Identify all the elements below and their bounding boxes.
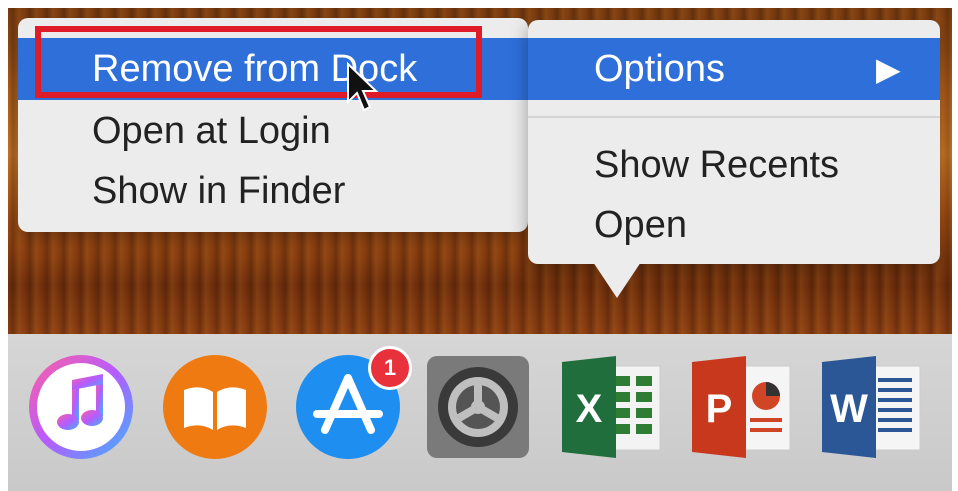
dock: 1 X P W <box>8 334 952 491</box>
menu-item-open[interactable]: Open <box>528 194 940 256</box>
ibooks-icon[interactable] <box>160 352 270 462</box>
excel-letter: X <box>576 387 603 431</box>
menu-item-options[interactable]: Options ▶ <box>528 38 940 100</box>
menu-item-label: Show Recents <box>594 144 840 186</box>
menu-item-show-in-finder[interactable]: Show in Finder <box>18 160 528 222</box>
mouse-cursor-icon <box>346 61 380 114</box>
word-letter: W <box>830 387 868 431</box>
highlight-outline <box>35 26 482 98</box>
dock-app-menu: Options ▶ Show Recents Open <box>528 20 940 264</box>
menu-item-open-at-login[interactable]: Open at Login <box>18 100 528 162</box>
menu-item-label: Open <box>594 204 687 246</box>
menu-item-label: Show in Finder <box>92 170 346 212</box>
word-icon[interactable]: W <box>816 352 926 462</box>
menu-item-show-recents[interactable]: Show Recents <box>528 134 940 196</box>
excel-icon[interactable]: X <box>556 352 666 462</box>
notification-badge: 1 <box>368 346 412 390</box>
menu-pointer-arrow <box>593 262 641 298</box>
menu-separator <box>528 116 940 118</box>
itunes-icon[interactable] <box>26 352 136 462</box>
powerpoint-icon[interactable]: P <box>686 352 796 462</box>
menu-item-label: Options <box>594 48 725 90</box>
powerpoint-letter: P <box>706 387 733 431</box>
submenu-arrow-icon: ▶ <box>876 51 901 87</box>
screenshot-frame: Remove from Dock Open at Login Show in F… <box>8 8 952 491</box>
menu-item-label: Open at Login <box>92 110 331 152</box>
system-preferences-icon[interactable] <box>423 352 533 462</box>
